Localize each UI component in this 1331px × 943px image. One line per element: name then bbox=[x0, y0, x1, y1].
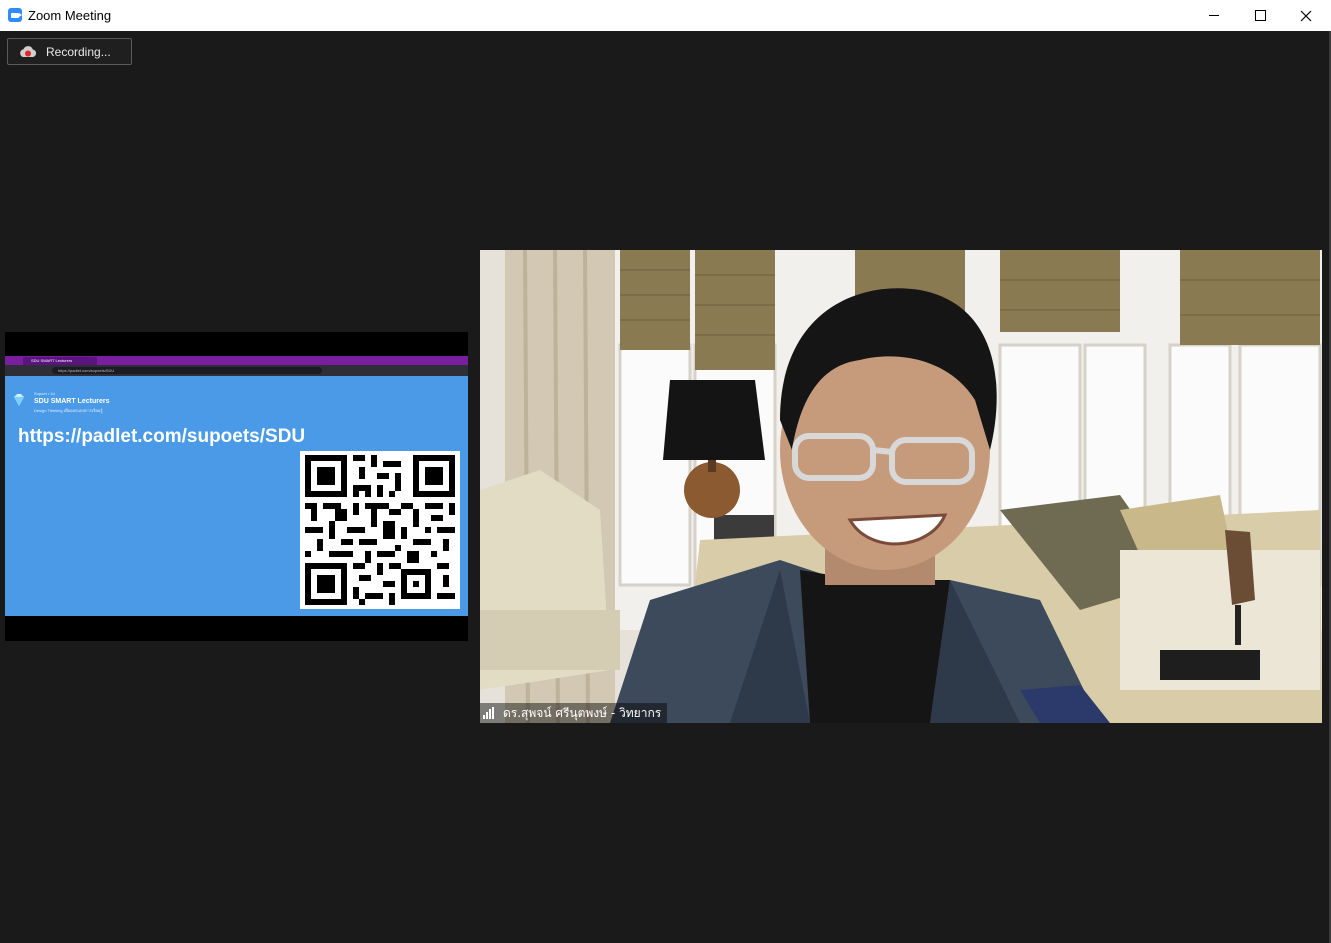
participant-video-tile[interactable]: ดร.สุพจน์ ศรีนุตพงษ์ - วิทยากร bbox=[480, 250, 1322, 723]
board-author: Supoet • 1d bbox=[34, 391, 55, 396]
board-subtitle: Design Thinking เพื่อออกแบบการเรียนรู้ bbox=[34, 408, 103, 413]
zoom-meeting-window: Zoom Meeting Recording... SDU SMART Lect… bbox=[0, 0, 1331, 943]
padlet-url-text: https://padlet.com/supoets/SDU bbox=[18, 426, 306, 447]
cloud-record-icon bbox=[20, 46, 37, 57]
maximize-button[interactable] bbox=[1237, 0, 1283, 31]
qr-code-image bbox=[300, 451, 460, 609]
signal-strength-icon bbox=[483, 707, 499, 719]
recording-indicator[interactable]: Recording... bbox=[7, 38, 132, 65]
maximize-icon bbox=[1254, 10, 1266, 21]
browser-tab: SDU SMART Lecturers bbox=[23, 357, 97, 365]
minimize-button[interactable] bbox=[1191, 0, 1237, 31]
window-title: Zoom Meeting bbox=[28, 8, 112, 23]
zoom-camera-icon bbox=[8, 8, 22, 22]
title-bar: Zoom Meeting bbox=[0, 0, 1331, 31]
close-button[interactable] bbox=[1283, 0, 1329, 31]
participant-name: ดร.สุพจน์ ศรีนุตพงษ์ - วิทยากร bbox=[503, 705, 662, 720]
board-title: SDU SMART Lecturers bbox=[34, 398, 110, 405]
close-icon bbox=[1300, 10, 1312, 21]
shared-screen-tile[interactable]: SDU SMART Lecturers https://padlet.com/s… bbox=[5, 332, 468, 641]
diamond-gem-icon bbox=[14, 394, 24, 406]
shared-screen-content: SDU SMART Lecturers https://padlet.com/s… bbox=[5, 356, 468, 616]
browser-address-bar: https://padlet.com/supoets/SDU bbox=[5, 365, 468, 376]
browser-address-field: https://padlet.com/supoets/SDU bbox=[52, 367, 322, 374]
minimize-icon bbox=[1209, 15, 1219, 16]
qr-code-graphic bbox=[305, 455, 455, 605]
recording-label: Recording... bbox=[46, 45, 111, 59]
participant-video-feed bbox=[480, 250, 1322, 723]
participant-name-tag: ดร.สุพจน์ ศรีนุตพงษ์ - วิทยากร bbox=[480, 703, 668, 723]
browser-tab-bar: SDU SMART Lecturers bbox=[5, 356, 468, 365]
padlet-header: Supoet • 1d SDU SMART Lecturers Design T… bbox=[5, 376, 468, 416]
